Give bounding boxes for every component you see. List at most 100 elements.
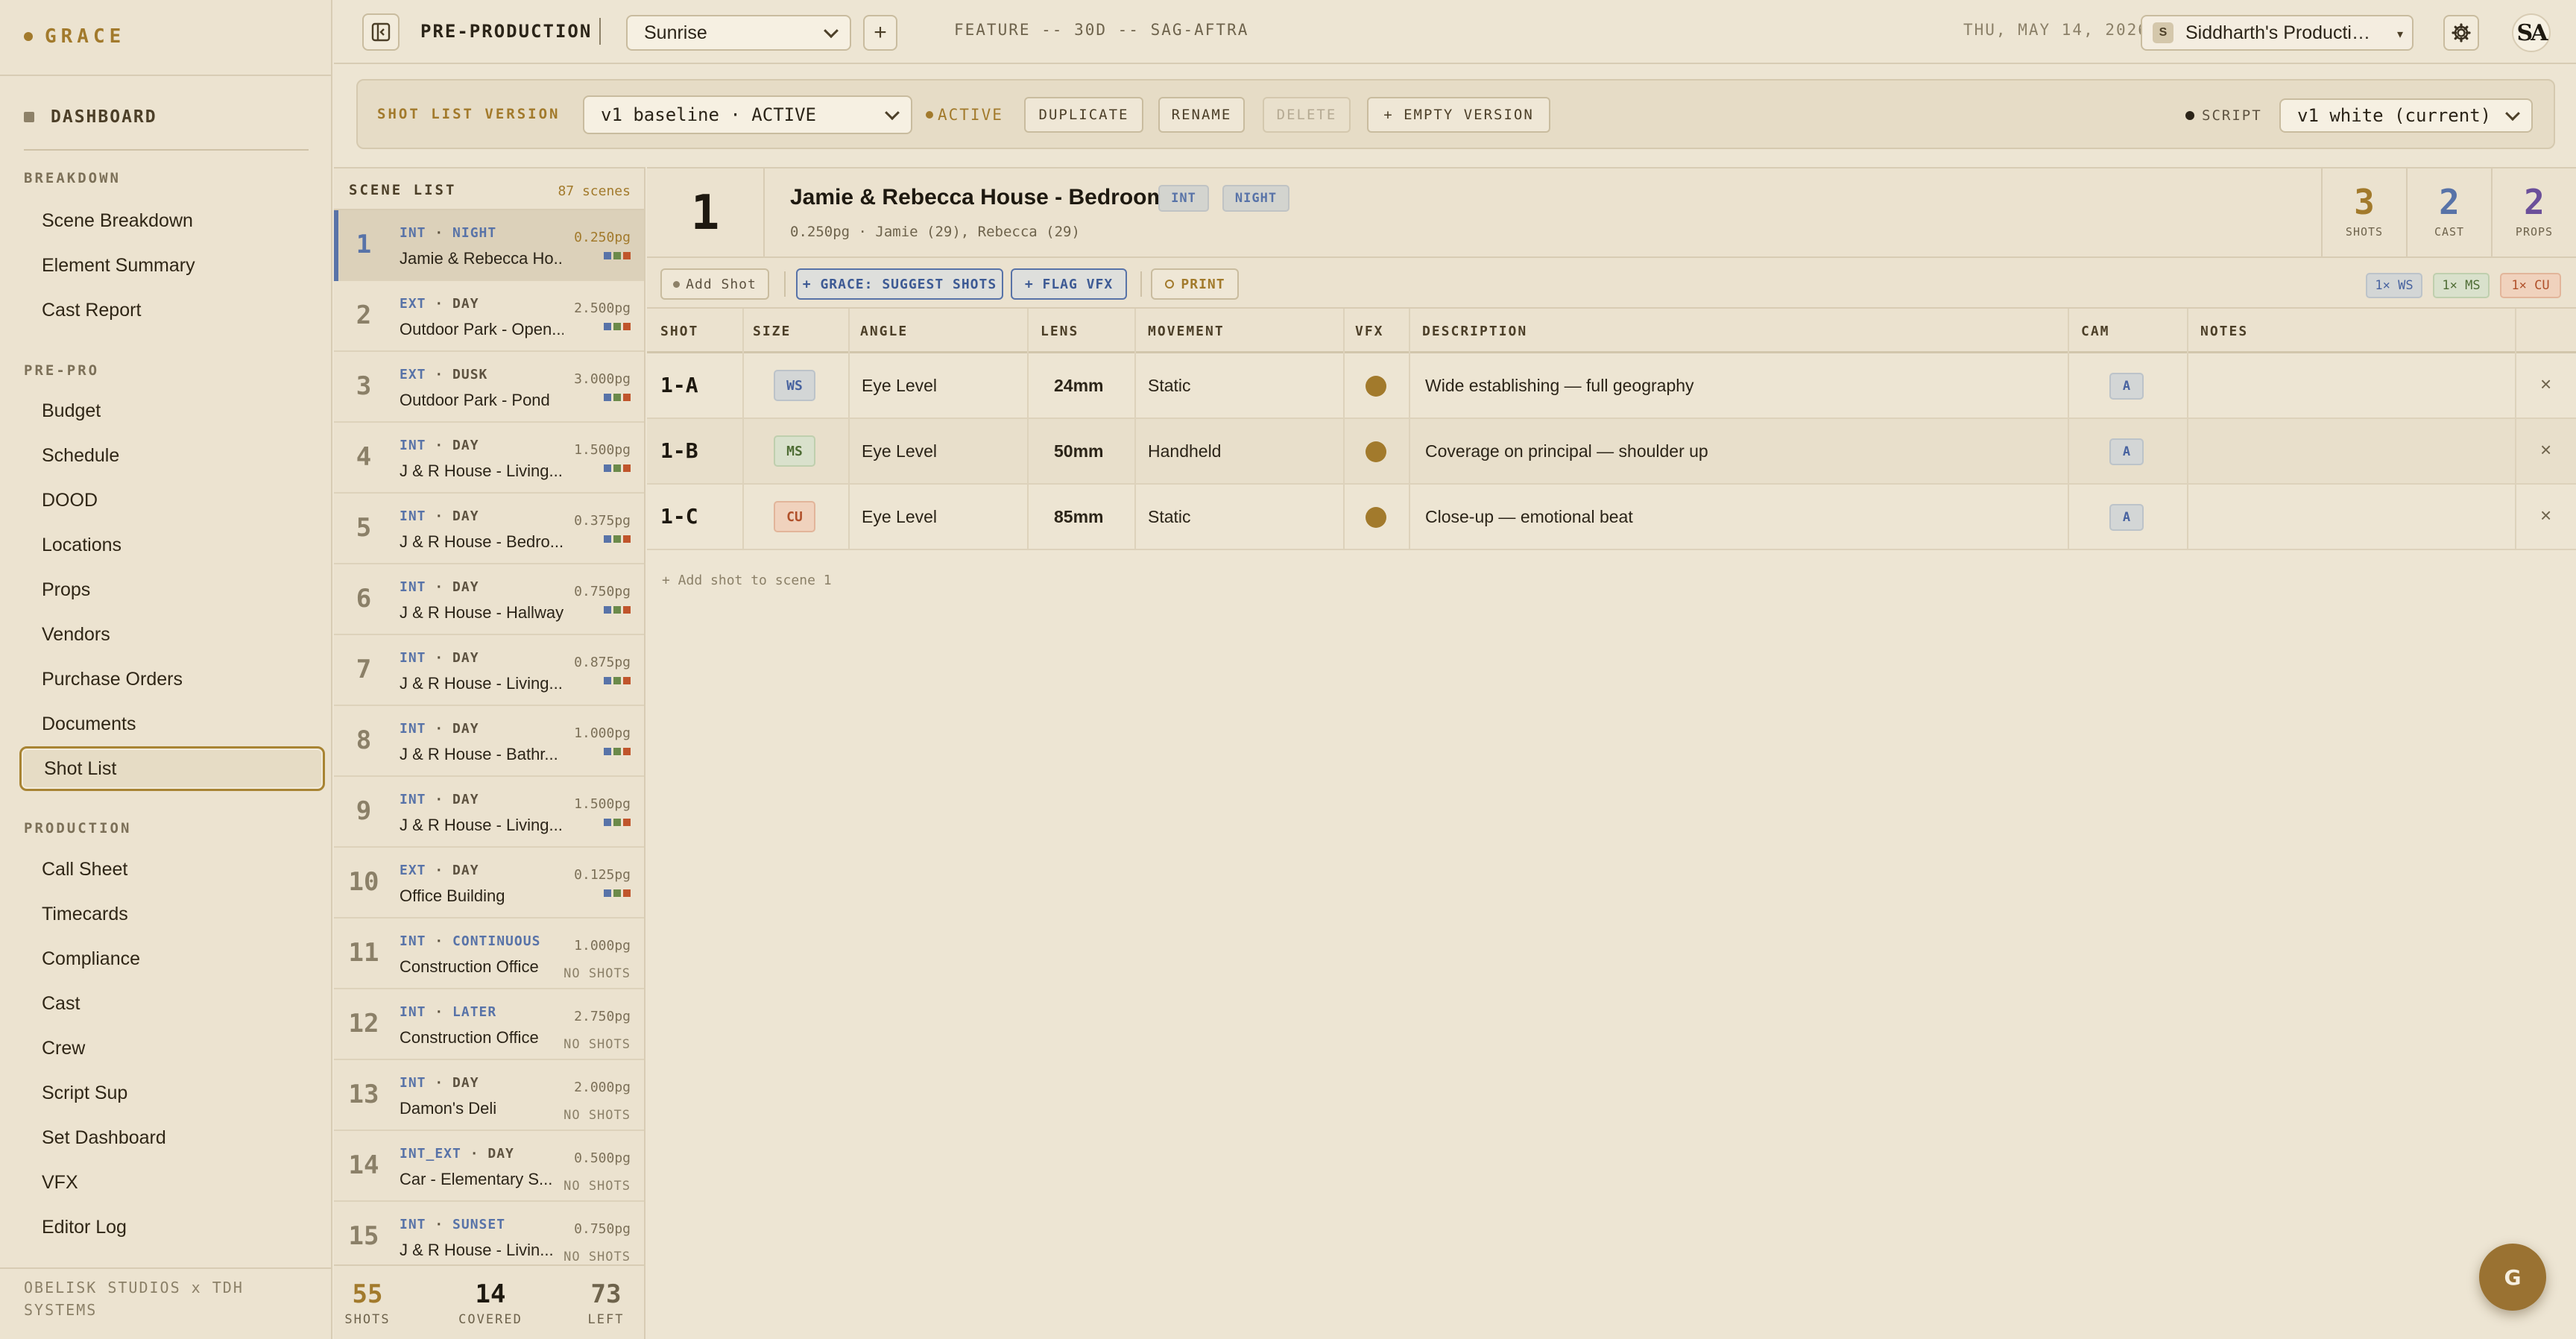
- sidebar-item-cast-report[interactable]: Cast Report: [19, 288, 325, 333]
- table-row[interactable]: 1-C CU Eye Level 85mm Static Close-up — emoti…: [647, 485, 2576, 550]
- scene-pages: 0.500pg: [574, 1150, 631, 1166]
- duplicate-button[interactable]: DUPLICATE: [1024, 97, 1143, 133]
- sidebar-item-documents[interactable]: Documents: [19, 702, 325, 746]
- scene-list-item[interactable]: 4 INT · DAY J & R House - Living... 1.500pg: [334, 423, 644, 494]
- shot-lens[interactable]: 50mm: [1054, 441, 1103, 461]
- section-title-breakdown: BREAKDOWN: [24, 170, 121, 186]
- scene-list-item[interactable]: 8 INT · DAY J & R House - Bathr... 1.000pg: [334, 706, 644, 777]
- table-row[interactable]: 1-B MS Eye Level 50mm Handheld Coverage on pr…: [647, 419, 2576, 485]
- brand-logo[interactable]: GRACE: [24, 25, 125, 48]
- vfx-toggle[interactable]: [1366, 441, 1386, 462]
- sidebar-item-dashboard[interactable]: DASHBOARD: [24, 107, 157, 127]
- sidebar-item-vendors[interactable]: Vendors: [19, 612, 325, 657]
- shot-angle[interactable]: Eye Level: [862, 376, 937, 396]
- version-select[interactable]: v1 baseline · ACTIVE: [583, 95, 912, 134]
- shot-movement[interactable]: Static: [1148, 507, 1191, 527]
- shot-size-badge[interactable]: MS: [774, 435, 815, 467]
- scene-slug: INT · SUNSET: [400, 1217, 505, 1232]
- shot-notes[interactable]: [2200, 507, 2424, 529]
- add-shot-button[interactable]: Add Shot: [660, 268, 769, 300]
- sidebar-item-dood[interactable]: DOOD: [19, 478, 325, 523]
- shot-size-badge[interactable]: WS: [774, 370, 815, 401]
- scene-list-item[interactable]: 13 INT · DAY Damon's Deli 2.000pg NO SHOTS: [334, 1060, 644, 1131]
- scene-list-item[interactable]: 3 EXT · DUSK Outdoor Park - Pond 3.000pg: [334, 352, 644, 423]
- scene-list-item[interactable]: 14 INT_EXT · DAY Car - Elementary S... 0.50…: [334, 1131, 644, 1202]
- settings-button[interactable]: [2443, 15, 2479, 51]
- empty-version-button[interactable]: + EMPTY VERSION: [1367, 97, 1550, 133]
- sidebar-item-schedule[interactable]: Schedule: [19, 433, 325, 478]
- scene-list-item[interactable]: 1 INT · NIGHT Jamie & Rebecca Ho... 0.250pg: [334, 210, 644, 281]
- sidebar-item-editor-log[interactable]: Editor Log: [19, 1205, 325, 1250]
- shot-camera-badge[interactable]: A: [2109, 438, 2144, 465]
- sidebar-item-vfx[interactable]: VFX: [19, 1160, 325, 1205]
- sidebar-item-locations[interactable]: Locations: [19, 523, 325, 567]
- scene-pages: 0.750pg: [574, 1221, 631, 1237]
- sidebar-item-timecards[interactable]: Timecards: [19, 892, 325, 936]
- shot-angle[interactable]: Eye Level: [862, 507, 937, 527]
- script-select-value: v1 white (current): [2297, 105, 2492, 126]
- sidebar-item-call-sheet[interactable]: Call Sheet: [19, 847, 325, 892]
- script-select[interactable]: v1 white (current): [2279, 98, 2533, 133]
- project-select[interactable]: Sunrise: [626, 15, 851, 51]
- scene-list-name: Outdoor Park - Pond: [400, 391, 550, 409]
- shot-size-badge[interactable]: CU: [774, 501, 815, 532]
- sidebar-item-crew[interactable]: Crew: [19, 1026, 325, 1071]
- flag-vfx-button[interactable]: + FLAG VFX: [1011, 268, 1127, 300]
- scene-title: Jamie & Rebecca House - Bedroom: [790, 185, 1167, 209]
- delete-shot-icon[interactable]: ×: [2540, 438, 2551, 461]
- sidebar-item-purchase-orders[interactable]: Purchase Orders: [19, 657, 325, 702]
- coverage-bar: [613, 606, 621, 614]
- shot-camera-badge[interactable]: A: [2109, 504, 2144, 531]
- rename-button[interactable]: RENAME: [1158, 97, 1245, 133]
- delete-shot-icon[interactable]: ×: [2540, 373, 2551, 396]
- shot-angle[interactable]: Eye Level: [862, 441, 937, 461]
- print-button[interactable]: PRINT: [1151, 268, 1239, 300]
- shot-notes[interactable]: [2200, 441, 2424, 464]
- scene-list-item[interactable]: 6 INT · DAY J & R House - Hallway 0.750pg: [334, 564, 644, 635]
- production-switcher[interactable]: S Siddharth's Producti… ▾: [2141, 15, 2414, 51]
- shot-description[interactable]: Close-up — emotional beat: [1425, 507, 1633, 527]
- scene-list-item[interactable]: 10 EXT · DAY Office Building 0.125pg: [334, 848, 644, 919]
- divider: [599, 18, 601, 45]
- shot-camera-badge[interactable]: A: [2109, 373, 2144, 400]
- sidebar-item-script-sup[interactable]: Script Sup: [19, 1071, 325, 1115]
- user-avatar[interactable]: SA: [2512, 13, 2551, 52]
- add-shot-row-link[interactable]: + Add shot to scene 1: [662, 573, 832, 588]
- vfx-toggle[interactable]: [1366, 376, 1386, 397]
- scene-list-item[interactable]: 2 EXT · DAY Outdoor Park - Open... 2.500pg: [334, 281, 644, 352]
- delete-button[interactable]: DELETE: [1263, 97, 1351, 133]
- chevron-down-icon: [824, 23, 839, 39]
- suggest-shots-button[interactable]: + GRACE: SUGGEST SHOTS: [796, 268, 1003, 300]
- sidebar-item-scene-breakdown[interactable]: Scene Breakdown: [19, 198, 325, 243]
- delete-shot-icon[interactable]: ×: [2540, 504, 2551, 527]
- summary-ms-chip: 1× MS: [2433, 273, 2490, 298]
- sidebar-toggle-button[interactable]: [362, 13, 400, 51]
- shot-movement[interactable]: Static: [1148, 376, 1191, 396]
- project-select-value: Sunrise: [644, 22, 707, 43]
- shot-id: 1-C: [660, 504, 698, 529]
- shot-movement[interactable]: Handheld: [1148, 441, 1221, 461]
- sidebar-item-shot-list[interactable]: Shot List: [19, 746, 325, 791]
- scene-list-item[interactable]: 12 INT · LATER Construction Office 2.750pg N…: [334, 989, 644, 1060]
- sidebar-item-budget[interactable]: Budget: [19, 388, 325, 433]
- sidebar-item-element-summary[interactable]: Element Summary: [19, 243, 325, 288]
- shot-description[interactable]: Coverage on principal — shoulder up: [1425, 441, 1708, 461]
- sidebar-item-set-dashboard[interactable]: Set Dashboard: [19, 1115, 325, 1160]
- add-project-button[interactable]: +: [863, 15, 897, 51]
- sidebar-item-compliance[interactable]: Compliance: [19, 936, 325, 981]
- vfx-toggle[interactable]: [1366, 507, 1386, 528]
- shot-notes[interactable]: [2200, 376, 2424, 398]
- scene-list-item[interactable]: 15 INT · SUNSET J & R House - Livin... 0.75…: [334, 1202, 644, 1273]
- shot-description[interactable]: Wide establishing — full geography: [1425, 376, 1694, 396]
- scene-list-item[interactable]: 11 INT · CONTINUOUS Construction Office 1.0…: [334, 919, 644, 989]
- scene-list-item[interactable]: 7 INT · DAY J & R House - Living... 0.875pg: [334, 635, 644, 706]
- grace-assistant-button[interactable]: G: [2479, 1244, 2546, 1311]
- sidebar-item-props[interactable]: Props: [19, 567, 325, 612]
- sidebar-item-cast[interactable]: Cast: [19, 981, 325, 1026]
- shot-lens[interactable]: 24mm: [1054, 376, 1103, 396]
- shot-lens[interactable]: 85mm: [1054, 507, 1103, 527]
- divider: [24, 149, 309, 151]
- table-row[interactable]: 1-A WS Eye Level 24mm Static Wide establishin…: [647, 353, 2576, 419]
- scene-list-item[interactable]: 9 INT · DAY J & R House - Living... 1.500pg: [334, 777, 644, 848]
- scene-list-item[interactable]: 5 INT · DAY J & R House - Bedro... 0.375pg: [334, 494, 644, 564]
